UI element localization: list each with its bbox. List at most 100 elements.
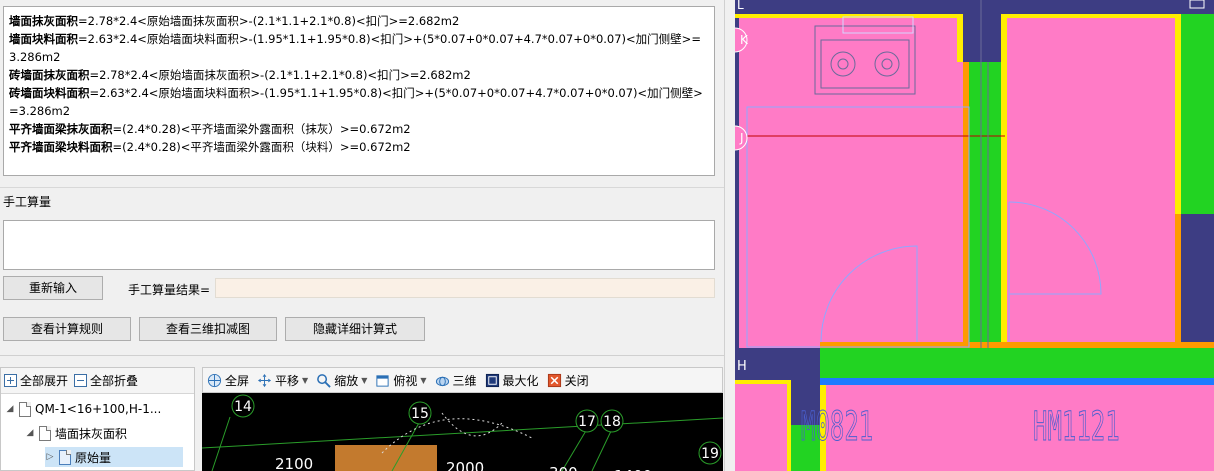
tree-node-original-quantity[interactable]: ▷ 原始量 bbox=[45, 447, 183, 467]
manual-calc-input[interactable] bbox=[3, 220, 715, 270]
formula-text: =2.63*2.4<原始墙面块料面积>-(1.95*1.1+1.95*0.8)<… bbox=[9, 32, 701, 64]
component-tree-panel: 全部展开 全部折叠 ◢ QM-1<16+100,H-1... ◢ 墙面抹灰面积 … bbox=[0, 367, 195, 471]
reenter-button[interactable]: 重新输入 bbox=[3, 276, 103, 300]
wall-vertical-right bbox=[1181, 14, 1214, 214]
axis-label-18: 18 bbox=[603, 414, 621, 430]
dimension-2100: 2100 bbox=[275, 455, 313, 471]
dimension-2000: 2000 bbox=[446, 459, 484, 471]
3d-view-label: 三维 bbox=[452, 373, 477, 388]
formula-text: =2.78*2.4<原始墙面抹灰面积>-(2.1*1.1+2.1*0.8)<扣门… bbox=[78, 14, 460, 28]
dimension-300: 300 bbox=[549, 464, 578, 471]
manual-calc-label: 手工算量 bbox=[3, 195, 52, 209]
expand-all-label: 全部展开 bbox=[20, 374, 69, 388]
view-rules-button[interactable]: 查看计算规则 bbox=[3, 317, 131, 341]
axis-label-15: 15 bbox=[411, 406, 429, 422]
section-divider bbox=[0, 355, 724, 356]
formula-line: 平齐墙面梁块料面积=(2.4*0.28)<平齐墙面梁外露面积（块料）>=0.67… bbox=[9, 138, 709, 156]
axis-line bbox=[211, 416, 231, 471]
formula-line: 砖墙面抹灰面积=2.78*2.4<原始墙面抹灰面积>-(2.1*1.1+2.1*… bbox=[9, 66, 709, 84]
dropdown-caret-icon[interactable]: ▼ bbox=[302, 376, 308, 385]
pan-button[interactable]: 平移 ▼ bbox=[257, 372, 308, 389]
formula-label: 墙面块料面积 bbox=[9, 32, 78, 46]
collapsed-triangle-icon[interactable]: ▷ bbox=[45, 452, 55, 462]
pan-arrows-icon bbox=[257, 373, 272, 387]
door-label-hm1121: HM1121 bbox=[1033, 402, 1120, 449]
fullscreen-label: 全屏 bbox=[225, 373, 250, 388]
formula-label: 平齐墙面梁抹灰面积 bbox=[9, 122, 113, 136]
formula-line: 墙面块料面积=2.63*2.4<原始墙面块料面积>-(1.95*1.1+1.95… bbox=[9, 30, 709, 66]
tree-node-label: 原始量 bbox=[75, 450, 112, 465]
tree-toolbar: 全部展开 全部折叠 bbox=[1, 368, 194, 394]
document-icon bbox=[19, 401, 31, 417]
column bbox=[963, 0, 1001, 62]
close-view-button[interactable]: 关闭 bbox=[547, 372, 589, 389]
formula-label: 砖墙面抹灰面积 bbox=[9, 68, 90, 82]
wall-edge bbox=[1001, 62, 1007, 348]
calculation-detail-panel: 墙面抹灰面积=2.78*2.4<原始墙面抹灰面积>-(2.1*1.1+2.1*0… bbox=[0, 0, 735, 471]
wall-edge bbox=[787, 380, 791, 471]
tree-node-wall-plaster-area[interactable]: ◢ 墙面抹灰面积 bbox=[25, 423, 127, 443]
expand-icon bbox=[4, 374, 17, 387]
expand-all-button[interactable]: 全部展开 bbox=[4, 372, 68, 389]
dropdown-caret-icon[interactable]: ▼ bbox=[420, 376, 426, 385]
panel-splitter[interactable] bbox=[724, 0, 735, 471]
axis-label-19: 19 bbox=[701, 446, 719, 462]
pan-label: 平移 bbox=[275, 373, 300, 388]
zoom-button[interactable]: 缩放 ▼ bbox=[316, 372, 367, 389]
zoom-label: 缩放 bbox=[334, 373, 359, 388]
formula-label: 平齐墙面梁块料面积 bbox=[9, 140, 113, 154]
3d-view-toolbar: 全屏 平移 ▼ 缩放 ▼ 俯视 ▼ 三维 最大化 关闭 bbox=[202, 367, 723, 393]
formula-text: =2.78*2.4<原始墙面抹灰面积>-(2.1*1.1+2.1*0.8)<扣门… bbox=[89, 68, 471, 82]
column-right bbox=[1181, 214, 1214, 350]
formula-label: 砖墙面块料面积 bbox=[9, 86, 90, 100]
beam-line bbox=[820, 378, 1214, 385]
formula-line: 墙面抹灰面积=2.78*2.4<原始墙面抹灰面积>-(2.1*1.1+2.1*0… bbox=[9, 12, 709, 30]
formula-line: 砖墙面块料面积=2.63*2.4<原始墙面块料面积>-(1.95*1.1+1.9… bbox=[9, 84, 709, 120]
axis-line bbox=[591, 428, 613, 471]
formula-detail-box[interactable]: 墙面抹灰面积=2.78*2.4<原始墙面抹灰面积>-(2.1*1.1+2.1*0… bbox=[3, 6, 715, 176]
wall-horizontal bbox=[820, 348, 1214, 378]
3d-view-canvas[interactable]: 14 15 17 18 19 2100 2000 300 1400 bbox=[202, 393, 723, 471]
wall-vertical bbox=[969, 62, 1001, 348]
top-view-cube-icon bbox=[376, 374, 389, 387]
wall-edge bbox=[963, 62, 969, 348]
maximize-button[interactable]: 最大化 bbox=[485, 372, 539, 389]
document-icon bbox=[39, 425, 51, 441]
close-label: 关闭 bbox=[564, 373, 589, 388]
3d-sphere-icon bbox=[435, 376, 449, 386]
column-bottom-left bbox=[735, 348, 820, 380]
wall-left-edge bbox=[735, 18, 739, 348]
wall-edge bbox=[735, 380, 787, 384]
dropdown-caret-icon[interactable]: ▼ bbox=[361, 376, 367, 385]
top-view-button[interactable]: 俯视 ▼ bbox=[375, 372, 427, 389]
formula-text: =(2.4*0.28)<平齐墙面梁外露面积（抹灰）>=0.672m2 bbox=[112, 122, 411, 136]
collapse-all-label: 全部折叠 bbox=[90, 374, 139, 388]
dimension-1400: 1400 bbox=[614, 467, 652, 471]
wall-edge bbox=[1175, 14, 1181, 214]
axis-line bbox=[202, 417, 723, 449]
close-icon bbox=[547, 373, 561, 387]
fullscreen-icon bbox=[207, 373, 222, 387]
maximize-icon bbox=[485, 373, 499, 387]
3d-view-button[interactable]: 三维 bbox=[435, 372, 477, 389]
3d-view-drawing: 14 15 17 18 19 2100 2000 300 1400 bbox=[202, 394, 723, 471]
cad-floorplan-drawing: K J L H M0821 HM1121 bbox=[735, 0, 1214, 471]
expanded-triangle-icon[interactable]: ◢ bbox=[5, 404, 15, 414]
formula-text: =2.63*2.4<原始墙面块料面积>-(1.95*1.1+1.95*0.8)<… bbox=[9, 86, 703, 118]
wall-edge bbox=[1001, 14, 1007, 62]
view-3d-deduction-button[interactable]: 查看三维扣减图 bbox=[139, 317, 277, 341]
tree-node-qm1[interactable]: ◢ QM-1<16+100,H-1... bbox=[5, 399, 161, 419]
axis-label-k: K bbox=[740, 33, 749, 47]
cad-floorplan-view[interactable]: K J L H M0821 HM1121 bbox=[735, 0, 1214, 471]
manual-result-field bbox=[215, 278, 715, 298]
collapse-all-button[interactable]: 全部折叠 bbox=[74, 372, 138, 389]
tree-node-label: QM-1<16+100,H-1... bbox=[35, 402, 162, 416]
top-view-label: 俯视 bbox=[393, 373, 418, 388]
formula-label: 墙面抹灰面积 bbox=[9, 14, 78, 28]
expanded-triangle-icon[interactable]: ◢ bbox=[25, 428, 35, 438]
axis-label-14: 14 bbox=[234, 399, 252, 415]
hide-detail-formula-button[interactable]: 隐藏详细计算式 bbox=[285, 317, 425, 341]
fullscreen-button[interactable]: 全屏 bbox=[207, 372, 249, 389]
formula-line: 平齐墙面梁抹灰面积=(2.4*0.28)<平齐墙面梁外露面积（抹灰）>=0.67… bbox=[9, 120, 709, 138]
section-divider bbox=[0, 187, 724, 188]
